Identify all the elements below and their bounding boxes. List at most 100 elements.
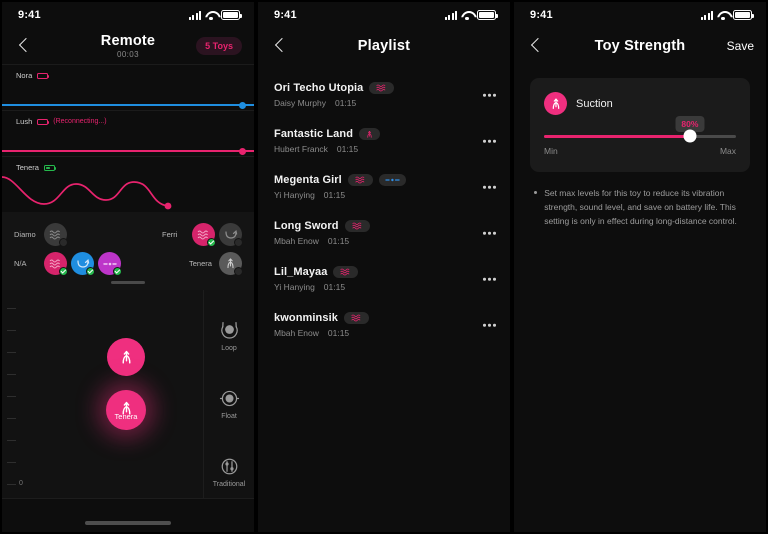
- track-name: Nora: [16, 71, 33, 80]
- track-level-handle[interactable]: [239, 101, 246, 109]
- playlist-title-group: Playlist: [258, 38, 510, 54]
- slider-thumb[interactable]: [683, 129, 697, 143]
- track-duration: 01:15: [336, 144, 359, 154]
- track-duration: 01:15: [327, 236, 350, 246]
- wifi-icon: [205, 11, 217, 21]
- list-item-header: Ori Techo Utopia: [274, 82, 496, 94]
- track-title: Long Sword: [274, 220, 339, 232]
- track-header: Nora: [16, 71, 50, 80]
- suction-toy-icon: [122, 350, 130, 364]
- toy-chip-label: Ferri: [162, 230, 178, 239]
- level-axis: 0: [2, 290, 32, 532]
- status-bar: 9:41: [2, 2, 254, 28]
- wifi-icon: [461, 11, 473, 21]
- sheet-drag-handle[interactable]: [111, 281, 145, 284]
- slider-track[interactable]: [544, 129, 736, 143]
- screen-playlist: 9:41 Playlist Ori Techo Utopia Daisy Mur…: [256, 0, 512, 534]
- track-duration: 01:15: [323, 190, 346, 200]
- cellular-bars-icon: [189, 10, 201, 20]
- wave-tag-icon: [347, 174, 373, 186]
- toy-chip-label: Diamo: [14, 230, 36, 239]
- mode-loop[interactable]: Loop: [219, 320, 240, 352]
- strength-slider[interactable]: 80% Min Max: [544, 116, 736, 156]
- toy-connected-badge: [59, 267, 68, 276]
- track-row[interactable]: Lush (Reconnecting...): [2, 110, 254, 156]
- toy-chip-tenera[interactable]: [219, 252, 243, 276]
- toy-chip-loop[interactable]: [219, 223, 243, 247]
- dash-tag-icon: [378, 174, 406, 186]
- list-item-header: Lil_Mayaa: [274, 266, 496, 278]
- list-item[interactable]: Long Sword Mbah Enow 01:15: [258, 210, 510, 256]
- help-note-text: Set max levels for this toy to reduce it…: [544, 187, 737, 226]
- slider-range-labels: Min Max: [544, 146, 736, 156]
- loop-mode-icon: [220, 322, 238, 339]
- status-bar-time: 9:41: [18, 9, 41, 21]
- remote-play-area[interactable]: 0 Tenera Loop Float Traditional: [2, 290, 254, 532]
- list-item[interactable]: Lil_Mayaa Yi Hanying 01:15: [258, 256, 510, 302]
- status-bar-time: 9:41: [530, 9, 553, 21]
- dash-toy-icon: [102, 262, 117, 265]
- wifi-icon: [717, 11, 729, 21]
- status-bar-icons: [445, 10, 498, 21]
- status-bar: 9:41: [258, 2, 510, 28]
- more-options-icon[interactable]: [483, 185, 496, 189]
- mode-float[interactable]: Float: [219, 388, 240, 420]
- back-button[interactable]: [270, 35, 292, 57]
- track-status: (Reconnecting...): [53, 118, 107, 125]
- screen-remote: 9:41 Remote 00:03 5 Toys Nora Lush (Reco…: [0, 0, 256, 534]
- playlist-nav-bar: Playlist: [258, 28, 510, 64]
- toy-chip-row: N/A Tenera: [14, 249, 243, 278]
- list-item[interactable]: Ori Techo Utopia Daisy Murphy 01:15: [258, 72, 510, 118]
- toy-chip-diamo[interactable]: [44, 223, 68, 247]
- track-row[interactable]: Nora: [2, 64, 254, 110]
- playlist-items: Ori Techo Utopia Daisy Murphy 01:15 Fant…: [258, 64, 510, 348]
- list-item[interactable]: Fantastic Land Hubert Franck 01:15: [258, 118, 510, 164]
- list-item-meta: Yi Hanying 01:15: [274, 282, 496, 292]
- track-duration: 01:15: [334, 98, 357, 108]
- list-item-header: kwonminsik: [274, 312, 496, 324]
- toy-chip-dash[interactable]: [98, 252, 122, 276]
- toy-name: Suction: [576, 97, 613, 110]
- more-options-icon[interactable]: [483, 277, 496, 281]
- more-options-icon[interactable]: [483, 323, 496, 327]
- track-row[interactable]: Tenera: [2, 156, 254, 212]
- list-item[interactable]: kwonminsik Mbah Enow 01:15: [258, 302, 510, 348]
- track-title: Fantastic Land: [274, 128, 354, 140]
- track-artist: Mbah Enow: [274, 236, 319, 246]
- toy-chip-row: Diamo Ferri: [14, 220, 243, 249]
- back-button[interactable]: [526, 35, 548, 57]
- save-button[interactable]: Save: [727, 39, 754, 53]
- toy-strength-card: Suction 80% Min Max: [530, 78, 750, 172]
- list-item[interactable]: Megenta Girl Yi Hanying 01:15: [258, 164, 510, 210]
- back-button[interactable]: [14, 35, 36, 57]
- status-bar-icons: [701, 10, 754, 21]
- track-level-handle[interactable]: [239, 147, 246, 155]
- wave-tag-icon: [344, 220, 370, 232]
- track-title: Megenta Girl: [274, 174, 342, 186]
- status-bar-icons: [189, 10, 242, 21]
- toy-strength-nav-bar: Toy Strength Save: [514, 28, 766, 64]
- mode-label: Float: [221, 413, 237, 420]
- list-item-header: Megenta Girl: [274, 174, 496, 186]
- toy-chip-label: N/A: [14, 259, 27, 268]
- mode-traditional[interactable]: Traditional: [213, 456, 245, 488]
- toy-chip-na-wave[interactable]: [44, 252, 68, 276]
- toys-count-badge[interactable]: 5 Toys: [196, 37, 242, 55]
- home-indicator[interactable]: [85, 521, 171, 525]
- track-duration: 01:15: [323, 282, 346, 292]
- suction-tag-icon: [359, 128, 381, 140]
- wave-tag-icon: [333, 266, 359, 278]
- screenshot-root: 9:41 Remote 00:03 5 Toys Nora Lush (Reco…: [0, 0, 768, 534]
- toy-orb-inactive[interactable]: [107, 338, 145, 376]
- battery-icon: [221, 10, 242, 20]
- track-artist: Yi Hanying: [274, 282, 315, 292]
- track-duration: 01:15: [327, 328, 350, 338]
- toy-orb-active[interactable]: Tenera: [106, 390, 146, 430]
- suction-toy-icon: [544, 92, 567, 115]
- toy-chip-ferri[interactable]: [192, 223, 216, 247]
- more-options-icon[interactable]: [483, 139, 496, 143]
- toy-chip-loop-blue[interactable]: [71, 252, 95, 276]
- status-bar: 9:41: [514, 2, 766, 28]
- more-options-icon[interactable]: [483, 93, 496, 97]
- more-options-icon[interactable]: [483, 231, 496, 235]
